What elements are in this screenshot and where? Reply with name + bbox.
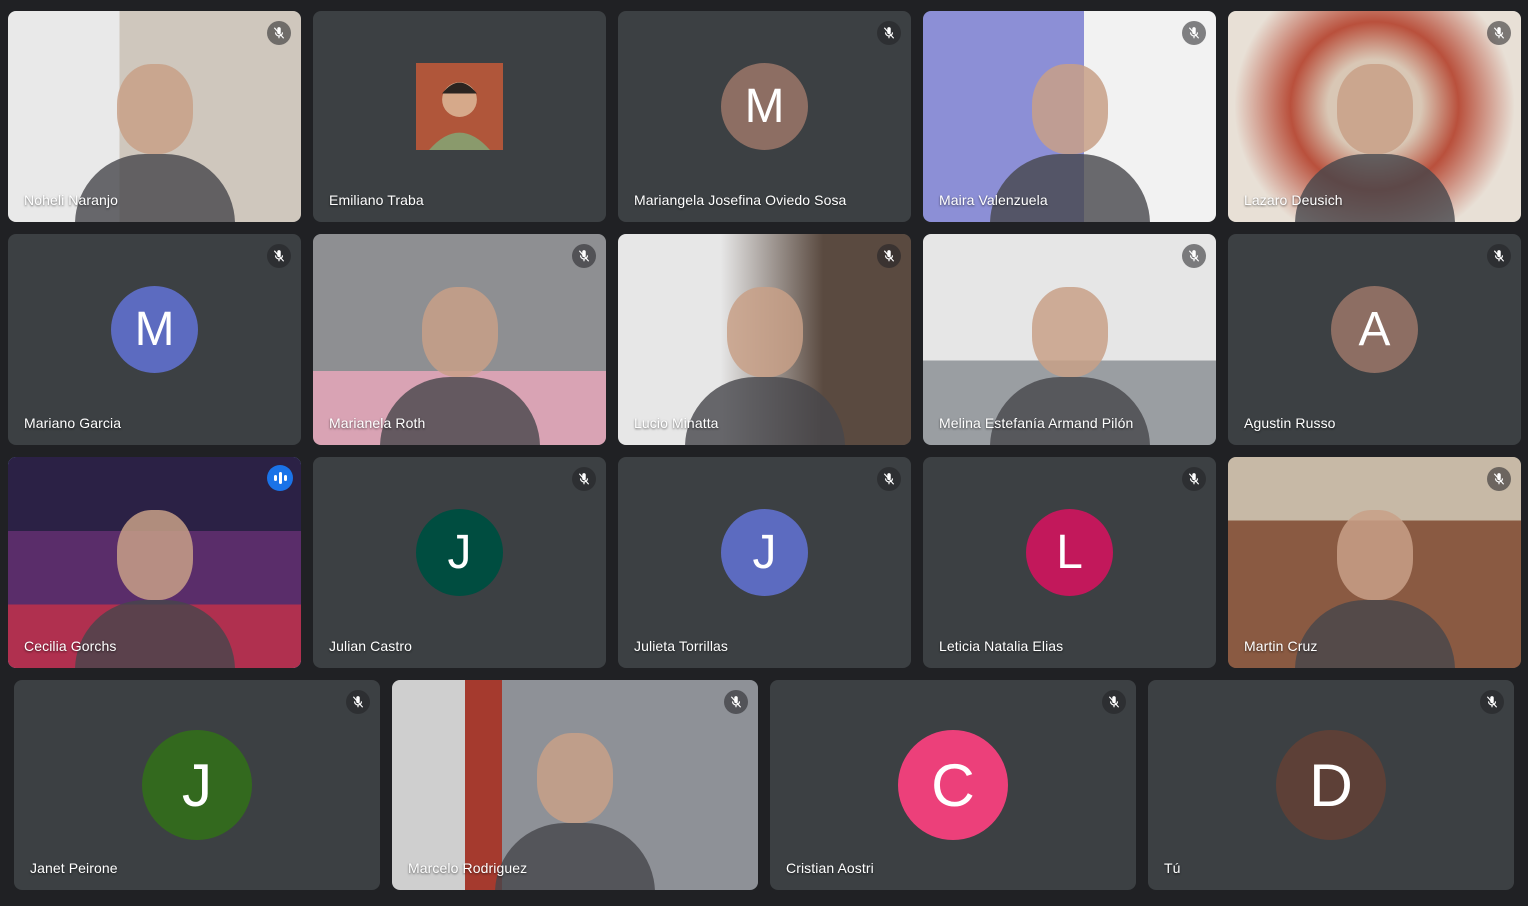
person-body	[74, 600, 235, 668]
participant-tile[interactable]: Lazaro Deusich	[1228, 11, 1521, 222]
mic-off-icon	[1487, 467, 1511, 491]
participant-name: Mariangela Josefina Oviedo Sosa	[634, 192, 847, 208]
participant-tile[interactable]: Lucio Minatta	[618, 234, 911, 445]
participant-name: Marcelo Rodriguez	[408, 860, 528, 876]
participant-tile[interactable]: J Julieta Torrillas	[618, 457, 911, 668]
participant-name: Janet Peirone	[30, 860, 118, 876]
mic-off-icon	[572, 244, 596, 268]
participant-tile[interactable]: A Agustin Russo	[1228, 234, 1521, 445]
participant-tile[interactable]: Melina Estefanía Armand Pilón	[923, 234, 1216, 445]
avatar: C	[898, 730, 1008, 840]
participant-tile[interactable]: Cecilia Gorchs	[8, 457, 301, 668]
person-body	[1294, 154, 1455, 222]
video-feed	[923, 11, 1216, 222]
mic-off-icon	[877, 467, 901, 491]
video-feed	[923, 234, 1216, 445]
mic-off-icon	[877, 21, 901, 45]
participant-name: Marianela Roth	[329, 415, 426, 431]
participant-grid: Noheli Naranjo Emiliano Traba M Mariangela …	[0, 0, 1528, 906]
participant-name: Julieta Torrillas	[634, 638, 729, 654]
participant-tile[interactable]: Noheli Naranjo	[8, 11, 301, 222]
video-feed	[1228, 457, 1521, 668]
participant-name: Martin Cruz	[1244, 638, 1318, 654]
person-silhouette	[1031, 63, 1108, 154]
person-silhouette	[116, 63, 193, 154]
participant-tile[interactable]: M Mariano Garcia	[8, 234, 301, 445]
person-body	[379, 377, 540, 445]
avatar: M	[721, 63, 808, 150]
participant-name: Tú	[1164, 860, 1181, 876]
participant-name: Cecilia Gorchs	[24, 638, 117, 654]
mic-off-icon	[1480, 690, 1504, 714]
participant-tile[interactable]: Marianela Roth	[313, 234, 606, 445]
mic-off-icon	[267, 244, 291, 268]
mic-off-icon	[1182, 244, 1206, 268]
mic-off-icon	[1102, 690, 1126, 714]
participant-name: Melina Estefanía Armand Pilón	[939, 415, 1134, 431]
participant-name: Leticia Natalia Elias	[939, 638, 1064, 654]
participant-tile[interactable]: Martin Cruz	[1228, 457, 1521, 668]
participant-tile[interactable]: Marcelo Rodriguez	[392, 680, 758, 890]
person-silhouette	[116, 509, 193, 600]
audio-level-icon	[267, 465, 293, 491]
video-feed	[392, 680, 758, 890]
participant-name: Lazaro Deusich	[1244, 192, 1343, 208]
participant-tile[interactable]: Emiliano Traba	[313, 11, 606, 222]
video-feed	[8, 11, 301, 222]
avatar-photo	[416, 63, 503, 150]
person-silhouette	[537, 732, 613, 823]
mic-off-icon	[1487, 244, 1511, 268]
person-silhouette	[421, 286, 498, 377]
participant-name: Lucio Minatta	[634, 415, 719, 431]
person-body	[1294, 600, 1455, 668]
video-feed	[313, 234, 606, 445]
participant-name: Maira Valenzuela	[939, 192, 1048, 208]
participant-name: Mariano Garcia	[24, 415, 122, 431]
person-body	[495, 822, 655, 890]
mic-off-icon	[724, 690, 748, 714]
mic-off-icon	[877, 244, 901, 268]
mic-off-icon	[572, 467, 596, 491]
person-silhouette	[1336, 509, 1413, 600]
avatar: J	[721, 509, 808, 596]
avatar: J	[416, 509, 503, 596]
participant-name: Emiliano Traba	[329, 192, 424, 208]
mic-off-icon	[1487, 21, 1511, 45]
participant-tile[interactable]: J Julian Castro	[313, 457, 606, 668]
participant-name: Noheli Naranjo	[24, 192, 119, 208]
avatar: L	[1026, 509, 1113, 596]
person-silhouette	[1031, 286, 1108, 377]
person-silhouette	[1336, 63, 1413, 154]
avatar: A	[1331, 286, 1418, 373]
avatar: D	[1276, 730, 1386, 840]
participant-tile[interactable]: Maira Valenzuela	[923, 11, 1216, 222]
participant-tile[interactable]: M Mariangela Josefina Oviedo Sosa	[618, 11, 911, 222]
video-feed	[8, 457, 301, 668]
participant-name: Julian Castro	[329, 638, 413, 654]
avatar: J	[142, 730, 252, 840]
person-body	[989, 377, 1150, 445]
participant-tile[interactable]: J Janet Peirone	[14, 680, 380, 890]
mic-off-icon	[1182, 467, 1206, 491]
mic-off-icon	[346, 690, 370, 714]
participant-name: Agustin Russo	[1244, 415, 1336, 431]
mic-off-icon	[1182, 21, 1206, 45]
participant-name: Cristian Aostri	[786, 860, 874, 876]
participant-tile[interactable]: L Leticia Natalia Elias	[923, 457, 1216, 668]
participant-tile[interactable]: C Cristian Aostri	[770, 680, 1136, 890]
person-body	[684, 377, 845, 445]
person-body	[74, 154, 235, 222]
participant-tile[interactable]: D Tú	[1148, 680, 1514, 890]
video-feed	[1228, 11, 1521, 222]
avatar: M	[111, 286, 198, 373]
person-silhouette	[726, 286, 803, 377]
person-body	[989, 154, 1150, 222]
video-feed	[618, 234, 911, 445]
mic-off-icon	[267, 21, 291, 45]
